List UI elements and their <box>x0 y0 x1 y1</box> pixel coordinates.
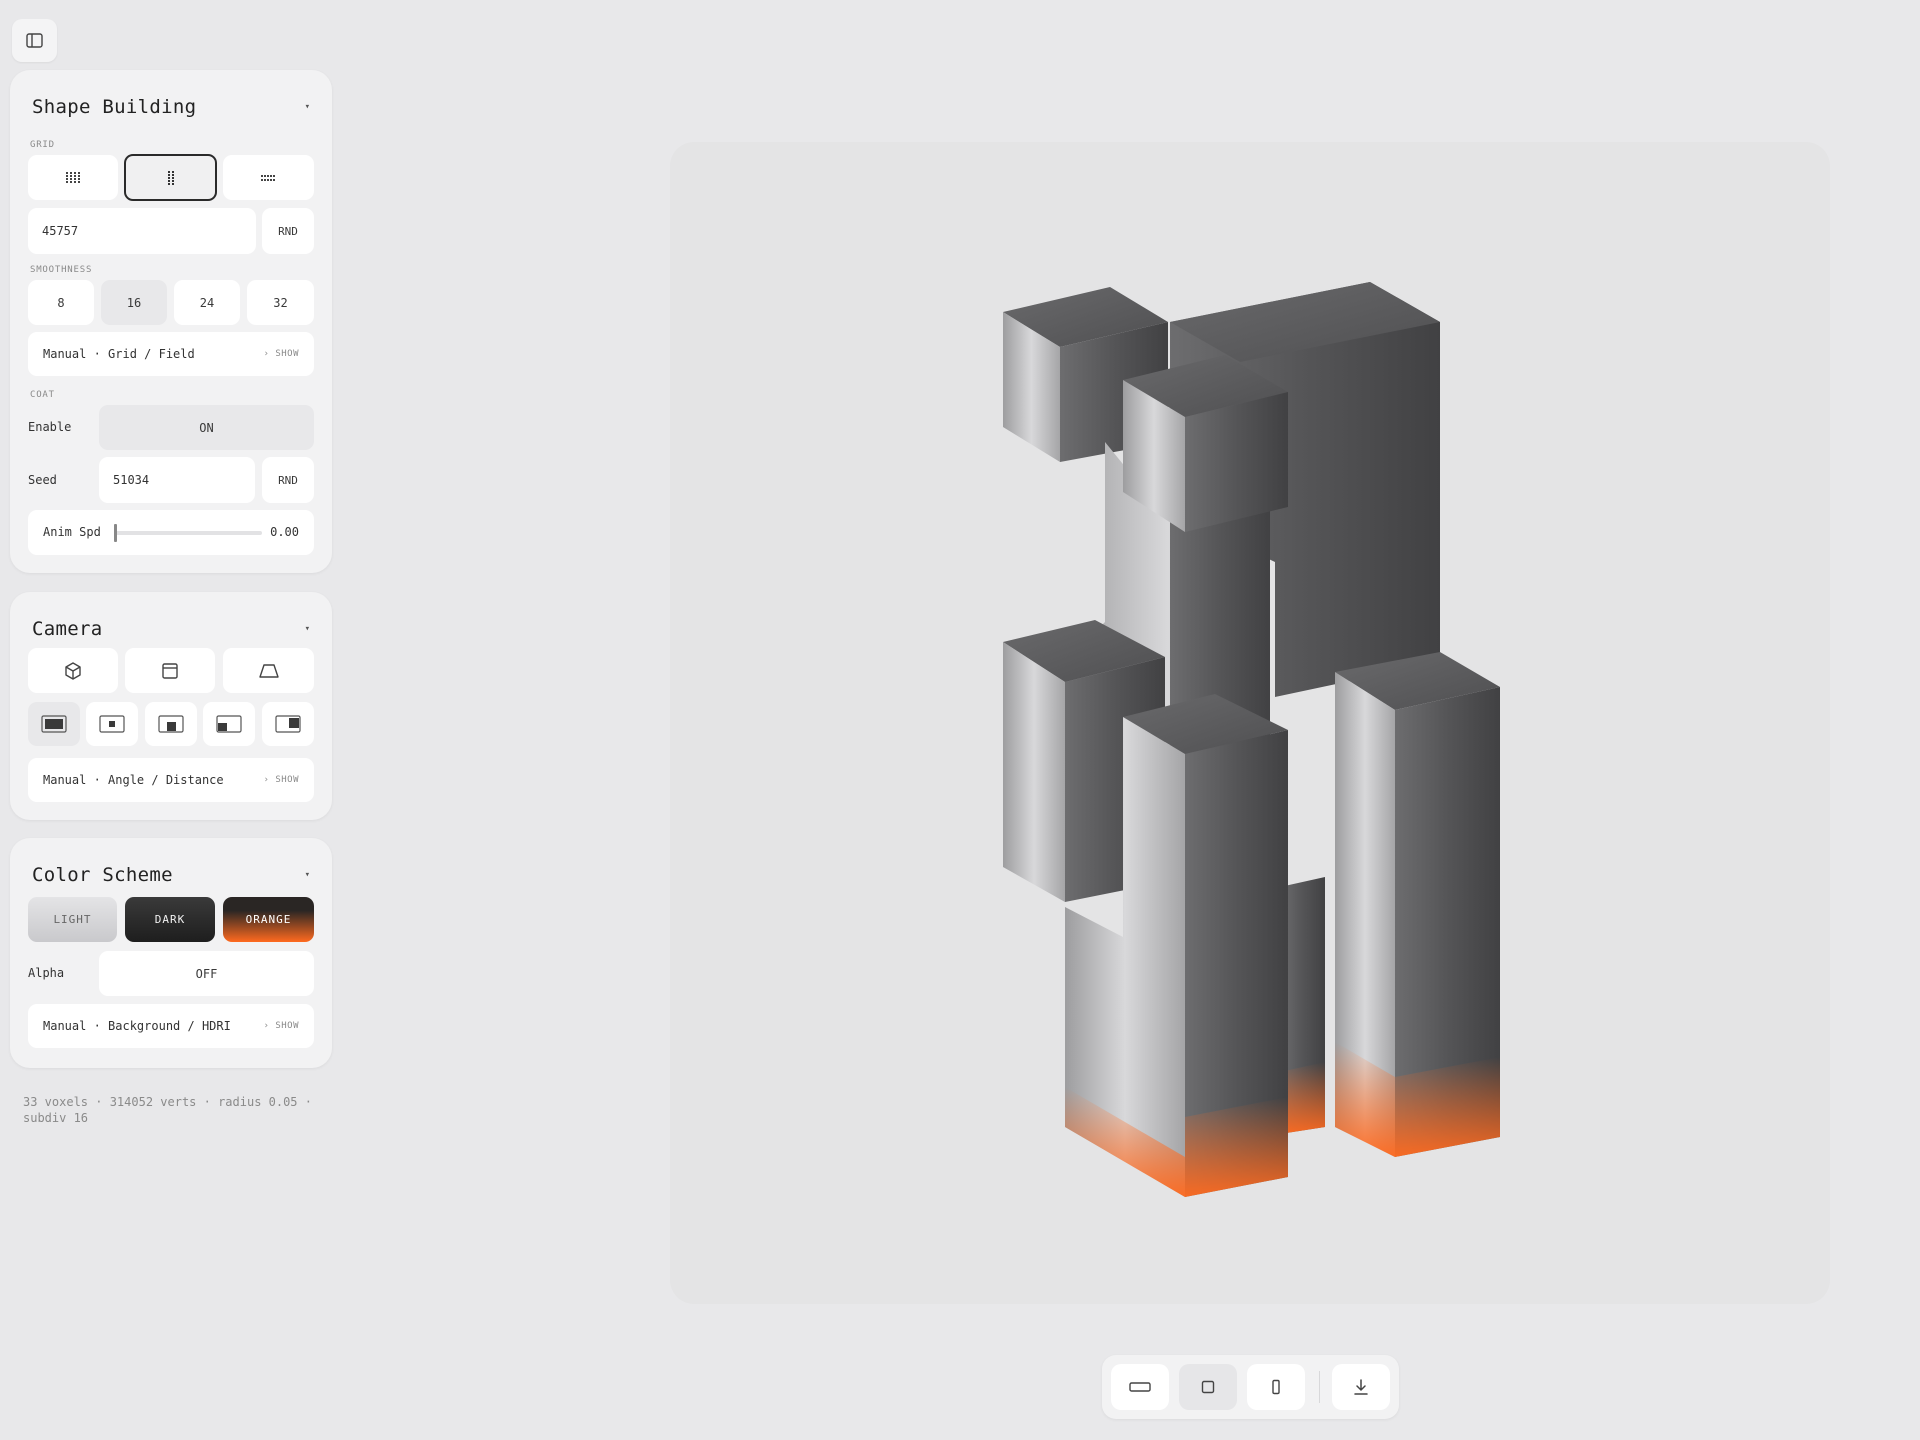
alpha-label: Alpha <box>28 966 65 980</box>
color-scheme-header[interactable]: Color Scheme ▾ <box>32 860 310 890</box>
grid-square-button[interactable] <box>28 155 118 200</box>
manual-angle-distance-row[interactable]: Manual · Angle / Distance › SHOW <box>28 758 314 802</box>
manual-grid-field-label: Manual · Grid / Field <box>43 347 195 361</box>
alpha-toggle[interactable]: OFF <box>99 951 314 996</box>
square-aspect-icon <box>1201 1380 1215 1394</box>
show-toggle[interactable]: › SHOW <box>263 349 299 359</box>
coat-seed-random-button[interactable]: RND <box>262 457 314 503</box>
perspective-icon <box>258 663 279 678</box>
frame-right-icon <box>275 715 301 733</box>
manual-angle-distance-label: Manual · Angle / Distance <box>43 773 224 787</box>
coat-enable-toggle[interactable]: ON <box>99 405 314 450</box>
collapse-caret-icon[interactable]: ▾ <box>305 102 310 112</box>
grid-horizontal-button[interactable] <box>223 155 314 200</box>
grid-square-icon <box>66 171 80 183</box>
cube-icon <box>65 661 81 680</box>
coat-seed-label: Seed <box>28 473 57 487</box>
scheme-light-button[interactable]: LIGHT <box>28 897 117 942</box>
grid-horizontal-icon <box>260 174 275 181</box>
frame-center-button[interactable] <box>86 702 138 746</box>
frame-bottom-left-button[interactable] <box>203 702 255 746</box>
sidebar-toggle-button[interactable] <box>12 19 57 62</box>
smoothness-option-16[interactable]: 16 <box>101 280 167 325</box>
panel-title: Camera <box>32 618 103 640</box>
toolbar-divider <box>1319 1371 1320 1403</box>
smoothness-option-8[interactable]: 8 <box>28 280 94 325</box>
panel-title: Color Scheme <box>32 864 173 886</box>
collapse-caret-icon[interactable]: ▾ <box>305 624 310 634</box>
portrait-aspect-button[interactable] <box>1247 1364 1305 1410</box>
anim-speed-label: Anim Spd <box>43 525 101 539</box>
frame-bottom-left-icon <box>216 715 242 733</box>
grid-label: GRID <box>30 140 55 150</box>
bottom-toolbar <box>1102 1355 1399 1419</box>
collapse-caret-icon[interactable]: ▾ <box>305 870 310 880</box>
voxel-render-image <box>1003 282 1500 1197</box>
square-aspect-button[interactable] <box>1179 1364 1237 1410</box>
smoothness-label: SMOOTHNESS <box>30 265 93 275</box>
show-toggle[interactable]: › SHOW <box>263 775 299 785</box>
coat-seed-input[interactable]: 51034 <box>99 457 255 503</box>
frame-full-button[interactable] <box>28 702 80 746</box>
frame-center-icon <box>99 715 125 733</box>
landscape-aspect-button[interactable] <box>1111 1364 1169 1410</box>
anim-speed-slider-handle[interactable] <box>114 524 117 542</box>
download-button[interactable] <box>1332 1364 1390 1410</box>
grid-vertical-button[interactable] <box>124 154 217 201</box>
shape-building-panel: Shape Building ▾ GRID 45757 RND SMOOTHNE… <box>10 70 332 573</box>
anim-speed-slider-track[interactable] <box>114 531 262 535</box>
shape-building-header[interactable]: Shape Building ▾ <box>32 92 310 122</box>
front-view-icon <box>162 662 178 679</box>
panel-title: Shape Building <box>32 96 197 118</box>
camera-perspective-button[interactable] <box>223 648 314 693</box>
scheme-orange-button[interactable]: ORANGE <box>223 897 314 942</box>
show-toggle[interactable]: › SHOW <box>263 1021 299 1031</box>
camera-front-button[interactable] <box>125 648 215 693</box>
scheme-dark-button[interactable]: DARK <box>125 897 215 942</box>
manual-background-hdri-label: Manual · Background / HDRI <box>43 1019 231 1033</box>
coat-enable-label: Enable <box>28 420 72 434</box>
frame-full-icon <box>41 715 67 733</box>
smoothness-option-24[interactable]: 24 <box>174 280 240 325</box>
anim-speed-row: Anim Spd 0.00 <box>28 510 314 555</box>
grid-seed-random-button[interactable]: RND <box>262 208 314 254</box>
frame-bottom-icon <box>158 715 184 733</box>
frame-right-button[interactable] <box>262 702 314 746</box>
mesh-stats: 33 voxels · 314052 verts · radius 0.05 ·… <box>23 1095 312 1125</box>
smoothness-option-32[interactable]: 32 <box>247 280 314 325</box>
camera-isometric-button[interactable] <box>28 648 118 693</box>
coat-label: COAT <box>30 390 55 400</box>
portrait-aspect-icon <box>1272 1379 1280 1395</box>
color-scheme-panel: Color Scheme ▾ LIGHT DARK ORANGE Alpha O… <box>10 838 332 1068</box>
frame-bottom-button[interactable] <box>145 702 197 746</box>
grid-vertical-icon <box>167 170 174 185</box>
grid-seed-input[interactable]: 45757 <box>28 208 256 254</box>
manual-background-hdri-row[interactable]: Manual · Background / HDRI › SHOW <box>28 1004 314 1048</box>
landscape-aspect-icon <box>1129 1382 1151 1392</box>
camera-panel: Camera ▾ Manual · Angle / Distance › SHO… <box>10 592 332 820</box>
anim-speed-value: 0.00 <box>270 525 299 539</box>
manual-grid-field-row[interactable]: Manual · Grid / Field › SHOW <box>28 332 314 376</box>
render-viewport[interactable] <box>670 142 1830 1304</box>
download-icon <box>1354 1379 1368 1395</box>
sidebar-panel-icon <box>26 33 43 48</box>
camera-header[interactable]: Camera ▾ <box>32 614 310 644</box>
